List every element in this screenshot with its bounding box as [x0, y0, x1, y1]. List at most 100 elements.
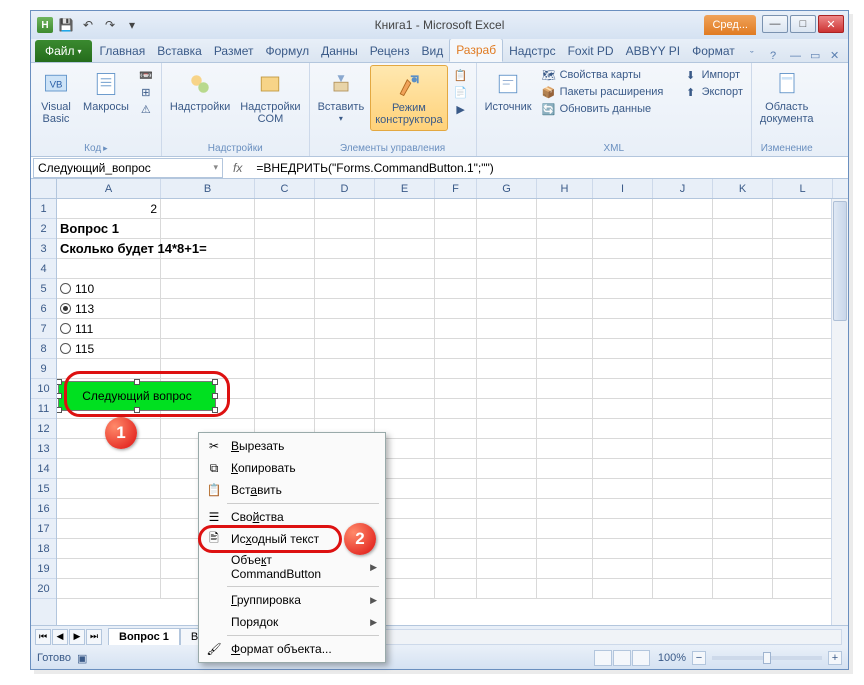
cell[interactable]: [255, 239, 315, 258]
row-header[interactable]: 8: [31, 339, 56, 359]
cell[interactable]: [537, 539, 593, 558]
visual-basic-button[interactable]: VB Visual Basic: [35, 65, 77, 129]
ctx-group[interactable]: Группировка▶: [201, 589, 383, 611]
compatibility-pill[interactable]: Сред...: [704, 15, 756, 35]
cell[interactable]: [653, 519, 713, 538]
cell[interactable]: [653, 459, 713, 478]
view-pagelayout-icon[interactable]: [613, 650, 631, 666]
cell[interactable]: [57, 499, 161, 518]
cell[interactable]: [713, 499, 773, 518]
col-header[interactable]: I: [593, 179, 653, 198]
macro-security-button[interactable]: ⚠: [135, 101, 157, 117]
cell[interactable]: [653, 539, 713, 558]
cell[interactable]: [593, 439, 653, 458]
cell[interactable]: [713, 399, 773, 418]
row-header[interactable]: 15: [31, 479, 56, 499]
cell[interactable]: [255, 279, 315, 298]
cell[interactable]: [375, 259, 435, 278]
cell[interactable]: [537, 479, 593, 498]
cell[interactable]: [315, 299, 375, 318]
design-mode-button[interactable]: Режим конструктора: [370, 65, 447, 131]
row-header[interactable]: 16: [31, 499, 56, 519]
col-header[interactable]: B: [161, 179, 255, 198]
ctx-copy[interactable]: ⧉Копировать: [201, 457, 383, 479]
tab-foxit[interactable]: Foxit PD: [562, 40, 620, 62]
cell[interactable]: [537, 499, 593, 518]
col-header[interactable]: H: [537, 179, 593, 198]
tab-insert[interactable]: Вставка: [151, 40, 208, 62]
tab-developer[interactable]: Разраб: [449, 38, 503, 62]
cell[interactable]: [477, 199, 537, 218]
tab-addins[interactable]: Надстрс: [503, 40, 562, 62]
qat-dropdown-icon[interactable]: ▾: [123, 16, 141, 34]
ctx-format-object[interactable]: 🖌Формат объекта...: [201, 638, 383, 660]
cell[interactable]: [315, 199, 375, 218]
cell[interactable]: [773, 399, 833, 418]
cell[interactable]: [593, 399, 653, 418]
cell[interactable]: [537, 519, 593, 538]
tab-abbyy[interactable]: ABBYY PI: [620, 40, 686, 62]
sheet-nav-prev-icon[interactable]: ◀: [52, 629, 68, 645]
properties-button[interactable]: 📋: [450, 67, 472, 83]
cell[interactable]: [653, 239, 713, 258]
cell[interactable]: [255, 339, 315, 358]
cell[interactable]: [773, 559, 833, 578]
cell[interactable]: [537, 239, 593, 258]
cell[interactable]: [315, 339, 375, 358]
cell[interactable]: [375, 319, 435, 338]
cell[interactable]: [773, 219, 833, 238]
insert-control-button[interactable]: Вставить▾: [314, 65, 369, 128]
cell[interactable]: [713, 339, 773, 358]
cell[interactable]: [375, 339, 435, 358]
cell[interactable]: [477, 559, 537, 578]
macros-button[interactable]: Макросы: [79, 65, 133, 117]
cell[interactable]: [315, 319, 375, 338]
vertical-scrollbar[interactable]: [831, 199, 848, 625]
cell[interactable]: [375, 399, 435, 418]
cell[interactable]: [713, 459, 773, 478]
expansion-packs-button[interactable]: 📦Пакеты расширения: [538, 84, 678, 100]
cell[interactable]: [435, 359, 477, 378]
cell[interactable]: [477, 399, 537, 418]
cell[interactable]: [713, 299, 773, 318]
cell[interactable]: [477, 339, 537, 358]
doc-restore-icon[interactable]: ▭: [810, 50, 822, 62]
cell[interactable]: [653, 579, 713, 598]
option-radio[interactable]: 111: [57, 319, 161, 338]
cell[interactable]: [435, 259, 477, 278]
cell[interactable]: [713, 319, 773, 338]
cell[interactable]: [537, 439, 593, 458]
cell[interactable]: 2: [57, 199, 161, 218]
cell[interactable]: [773, 379, 833, 398]
cell[interactable]: [435, 279, 477, 298]
zoom-out-button[interactable]: −: [692, 651, 706, 665]
row-header[interactable]: 17: [31, 519, 56, 539]
cell[interactable]: [477, 319, 537, 338]
cell[interactable]: [255, 319, 315, 338]
cell[interactable]: [653, 379, 713, 398]
cell[interactable]: [653, 559, 713, 578]
qat-undo-icon[interactable]: ↶: [79, 16, 97, 34]
cell[interactable]: [315, 219, 375, 238]
col-header[interactable]: F: [435, 179, 477, 198]
row-header[interactable]: 9: [31, 359, 56, 379]
code-launcher-icon[interactable]: ▸: [103, 143, 108, 154]
cell[interactable]: [375, 199, 435, 218]
col-header[interactable]: C: [255, 179, 315, 198]
cell[interactable]: [537, 219, 593, 238]
cell[interactable]: Вопрос 1: [57, 219, 161, 238]
cell[interactable]: [57, 519, 161, 538]
cell[interactable]: [435, 479, 477, 498]
cell[interactable]: [477, 419, 537, 438]
col-header[interactable]: G: [477, 179, 537, 198]
qat-redo-icon[interactable]: ↷: [101, 16, 119, 34]
cell[interactable]: [435, 379, 477, 398]
sheet-tab[interactable]: Вопрос 1: [108, 628, 180, 645]
cell[interactable]: [57, 539, 161, 558]
cell[interactable]: [435, 499, 477, 518]
cell[interactable]: [477, 279, 537, 298]
col-header[interactable]: D: [315, 179, 375, 198]
cell[interactable]: [375, 379, 435, 398]
relative-ref-button[interactable]: ⊞: [135, 84, 157, 100]
tab-data[interactable]: Данны: [315, 40, 364, 62]
